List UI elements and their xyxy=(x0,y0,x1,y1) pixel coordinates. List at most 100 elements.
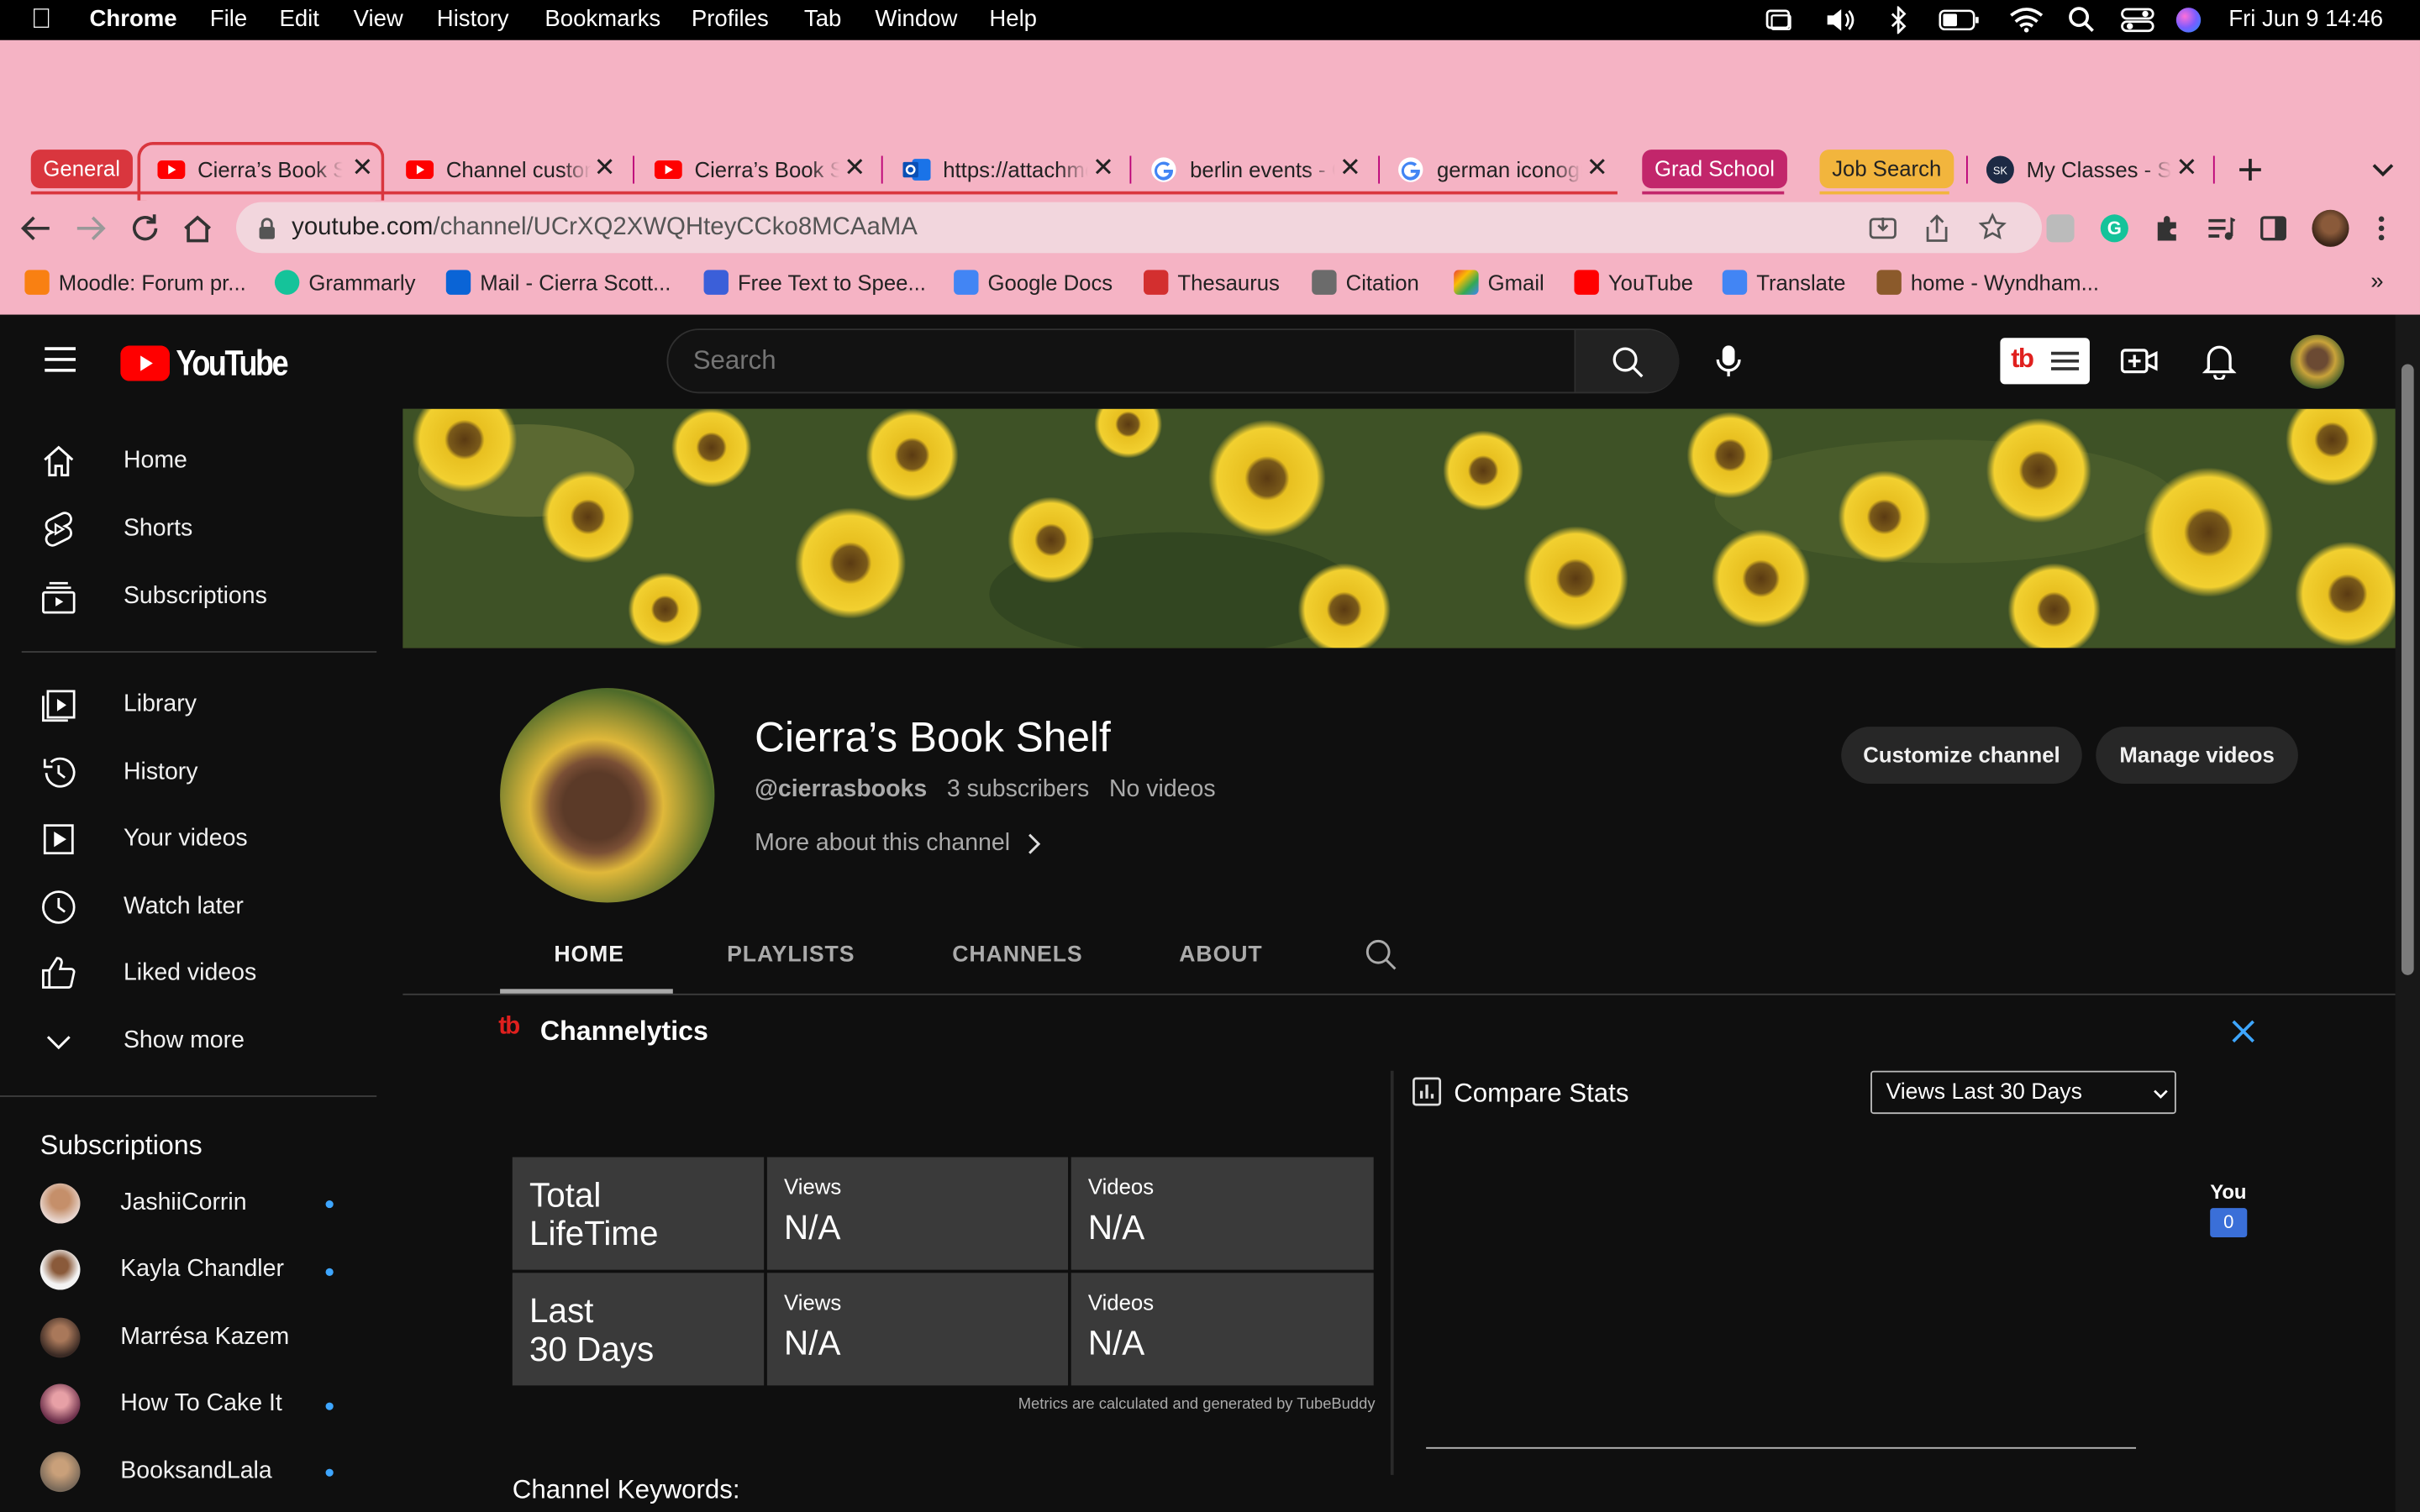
share-icon[interactable] xyxy=(1924,213,1949,244)
bookmarks-overflow-chevron-icon[interactable]: » xyxy=(2370,269,2383,295)
search-box[interactable] xyxy=(666,328,1680,394)
customize-channel-button[interactable]: Customize channel xyxy=(1841,727,2082,785)
sidebar-item-subscriptions[interactable]: Subscriptions xyxy=(40,579,267,616)
bookmark-free-text-to-speech[interactable]: Free Text to Spee... xyxy=(703,270,926,295)
chrome-profile-avatar[interactable] xyxy=(2312,209,2349,247)
bookmark-citation[interactable]: Citation xyxy=(1312,270,1419,295)
apple-icon[interactable]:  xyxy=(31,3,52,36)
menu-edit[interactable]: Edit xyxy=(279,6,318,32)
close-tab-icon[interactable]: ✕ xyxy=(2175,153,2197,184)
sidebar-item-liked-videos[interactable]: Liked videos xyxy=(40,955,256,992)
tab-group-general[interactable]: General xyxy=(30,150,133,189)
notifications-bell-icon[interactable] xyxy=(2202,343,2237,380)
grammarly-extension-icon[interactable]: G xyxy=(2100,214,2128,243)
menu-window[interactable]: Window xyxy=(875,6,957,32)
compare-stats-select[interactable]: Views Last 30 Days xyxy=(1870,1070,2176,1115)
bookmark-star-icon[interactable] xyxy=(1978,213,2007,240)
subscription-item[interactable]: JashiiCorrin xyxy=(39,1183,247,1224)
menubar-app-name[interactable]: Chrome xyxy=(90,6,177,32)
menu-file[interactable]: File xyxy=(210,6,247,32)
bookmark-moodle[interactable]: Moodle: Forum pr... xyxy=(24,270,246,295)
tubebuddy-menu-button[interactable]: tb xyxy=(2000,338,2090,385)
channel-search-icon[interactable] xyxy=(1365,938,1398,972)
search-input[interactable] xyxy=(692,342,1558,380)
tab-group-job-search[interactable]: Job Search xyxy=(1819,150,1954,189)
sidebar-item-watch-later[interactable]: Watch later xyxy=(40,889,244,926)
tab-playlists[interactable]: PLAYLISTS xyxy=(727,942,855,967)
chrome-menu-kebab-icon[interactable] xyxy=(2374,214,2389,242)
lock-icon[interactable] xyxy=(258,218,276,239)
url-text[interactable]: youtube.com/channel/UCrXQ2XWQHteyCCko8MC… xyxy=(292,214,918,242)
sidebar-item-library[interactable]: Library xyxy=(40,686,197,723)
extensions-puzzle-icon[interactable] xyxy=(2153,214,2181,242)
menu-tab[interactable]: Tab xyxy=(804,6,841,32)
close-tab-icon[interactable]: ✕ xyxy=(1339,153,1361,184)
control-center-icon[interactable] xyxy=(2121,6,2154,34)
side-panel-icon[interactable] xyxy=(2260,214,2287,242)
menu-view[interactable]: View xyxy=(354,6,403,32)
tab-berlin-events[interactable]: berlin events - Google ✕ xyxy=(1150,148,1361,191)
tab-about[interactable]: ABOUT xyxy=(1179,942,1262,967)
subscription-item[interactable]: Marrésa Kazem xyxy=(39,1317,289,1358)
tab-group-grad-school[interactable]: Grad School xyxy=(1642,150,1787,189)
siri-icon[interactable] xyxy=(2175,8,2202,33)
close-tab-icon[interactable]: ✕ xyxy=(1092,153,1114,184)
tab-cierras-book-shelf[interactable]: Cierra’s Book Shelf ✕ xyxy=(654,148,865,191)
close-tab-icon[interactable]: ✕ xyxy=(1586,153,1608,184)
subscription-item[interactable]: Kayla Chandler xyxy=(39,1249,284,1290)
close-tab-icon[interactable]: ✕ xyxy=(351,153,373,184)
reload-icon[interactable] xyxy=(128,212,161,245)
tab-cierras-book-shelf-active[interactable]: Cierra’s Book Shelf ✕ xyxy=(157,148,373,191)
menu-bookmarks[interactable]: Bookmarks xyxy=(544,6,660,32)
spotlight-search-icon[interactable] xyxy=(2068,6,2096,34)
bookmark-gmail[interactable]: Gmail xyxy=(1454,270,1544,295)
bookmark-wyndham[interactable]: home - Wyndham... xyxy=(1876,270,2099,295)
channel-avatar[interactable] xyxy=(500,688,715,903)
battery-icon[interactable] xyxy=(1939,9,1981,31)
more-about-channel-link[interactable]: More about this channel xyxy=(755,830,1044,858)
tab-german-iconography[interactable]: german iconography ✕ xyxy=(1397,148,1608,191)
omnibox[interactable]: youtube.com/channel/UCrXQ2XWQHteyCCko8MC… xyxy=(236,202,2042,254)
page-scrollbar-thumb[interactable] xyxy=(2401,364,2414,975)
menu-profiles[interactable]: Profiles xyxy=(692,6,769,32)
tab-channel-customization[interactable]: Channel customization ✕ xyxy=(406,148,616,191)
search-button[interactable] xyxy=(1574,330,1680,392)
menubar-datetime[interactable]: Fri Jun 9 14:46 xyxy=(2228,6,2383,32)
tab-search-chevron-icon[interactable] xyxy=(2370,159,2395,181)
menu-history[interactable]: History xyxy=(437,6,509,32)
hamburger-menu-icon[interactable] xyxy=(43,343,76,376)
subscription-item[interactable]: BooksandLala xyxy=(39,1452,272,1493)
bookmark-google-docs[interactable]: Google Docs xyxy=(954,270,1113,295)
volume-icon[interactable] xyxy=(1824,8,1855,32)
sidebar-item-your-videos[interactable]: Your videos xyxy=(40,821,248,858)
account-avatar[interactable] xyxy=(2290,334,2344,389)
subscription-item[interactable]: How To Cake It xyxy=(39,1383,282,1425)
tab-attachments[interactable]: https://attachments ✕ xyxy=(902,148,1114,191)
close-icon[interactable] xyxy=(2230,1018,2256,1044)
bluetooth-icon[interactable] xyxy=(1889,6,1907,34)
close-tab-icon[interactable]: ✕ xyxy=(844,153,865,184)
media-controls-icon[interactable] xyxy=(2206,214,2237,242)
install-app-icon[interactable] xyxy=(1869,214,1897,242)
tab-home[interactable]: HOME xyxy=(554,942,624,967)
tab-my-classes[interactable]: SK My Classes - SK ✕ xyxy=(1986,148,2198,191)
sidebar-item-home[interactable]: Home xyxy=(40,443,187,480)
bookmark-thesaurus[interactable]: Thesaurus xyxy=(1144,270,1280,295)
manage-videos-button[interactable]: Manage videos xyxy=(2096,727,2298,785)
sidebar-item-history[interactable]: History xyxy=(40,754,198,791)
create-video-icon[interactable] xyxy=(2120,343,2158,380)
screen-mirroring-icon[interactable] xyxy=(1765,8,1793,32)
close-tab-icon[interactable]: ✕ xyxy=(594,153,616,184)
bookmark-youtube[interactable]: YouTube xyxy=(1574,270,1693,295)
tubebuddy-extension-icon[interactable] xyxy=(2046,214,2075,243)
sidebar-item-show-more[interactable]: Show more xyxy=(40,1023,245,1060)
microphone-icon[interactable] xyxy=(1713,343,1744,380)
new-tab-plus-icon[interactable] xyxy=(2236,156,2264,184)
bookmark-mail[interactable]: Mail - Cierra Scott... xyxy=(445,270,671,295)
back-arrow-icon[interactable] xyxy=(18,213,52,244)
bookmark-grammarly[interactable]: Grammarly xyxy=(274,270,416,295)
wifi-icon[interactable] xyxy=(2009,8,2044,33)
youtube-logo[interactable]: YouTube xyxy=(120,343,306,385)
menu-help[interactable]: Help xyxy=(989,6,1037,32)
forward-arrow-icon[interactable] xyxy=(74,213,108,244)
